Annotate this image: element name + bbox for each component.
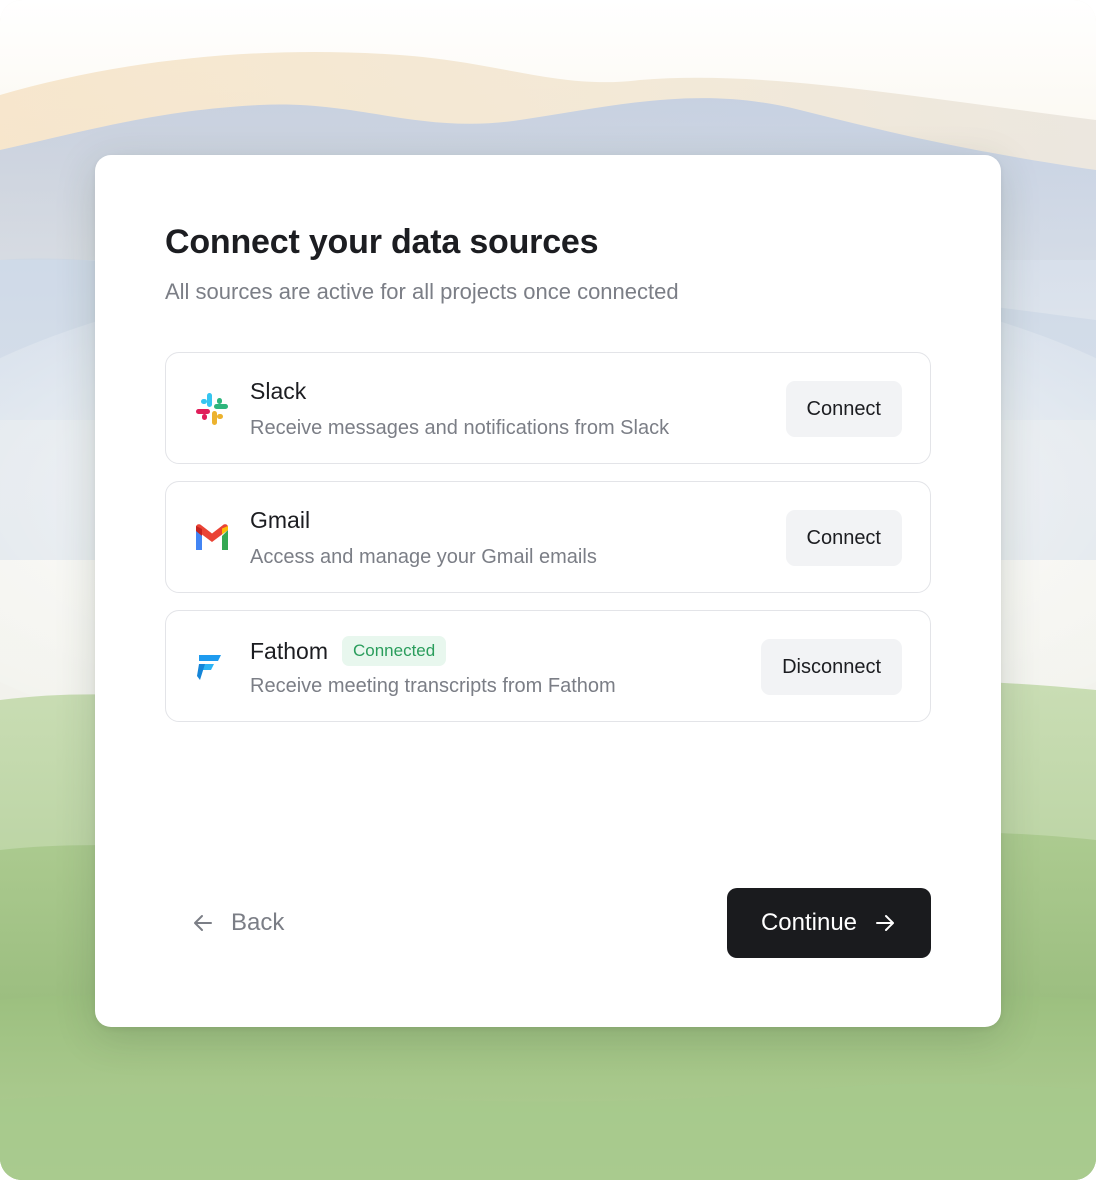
source-card-fathom: Fathom Connected Receive meeting transcr… <box>165 610 931 722</box>
source-description: Receive messages and notifications from … <box>250 417 670 439</box>
app-window: Connect your data sources All sources ar… <box>0 0 1096 1180</box>
source-name: Fathom Connected <box>250 636 447 666</box>
source-name: Gmail <box>250 507 310 534</box>
back-button[interactable]: Back <box>191 903 284 943</box>
fathom-logo-icon <box>197 655 221 680</box>
arrow-right-icon <box>876 915 895 931</box>
connect-sources-dialog: Connect your data sources All sources ar… <box>95 155 1001 1027</box>
source-name-label: Fathom <box>250 637 328 664</box>
connected-status-badge: Connected <box>341 636 447 666</box>
source-name: Slack <box>250 378 306 405</box>
connect-slack-button[interactable]: Connect <box>785 381 902 437</box>
source-description: Access and manage your Gmail emails <box>250 546 597 568</box>
continue-button[interactable]: Continue <box>727 888 931 958</box>
gmail-logo-icon <box>196 524 228 550</box>
back-button-label: Back <box>231 909 285 936</box>
source-description: Receive meeting transcripts from Fathom <box>250 675 616 697</box>
source-name-label: Gmail <box>250 507 311 533</box>
source-card-gmail: Gmail Access and manage your Gmail email… <box>165 481 931 593</box>
disconnect-fathom-button[interactable]: Disconnect <box>761 639 902 695</box>
arrow-left-icon <box>194 915 212 931</box>
dialog-title: Connect your data sources <box>165 223 599 261</box>
source-card-slack: Slack Receive messages and notifications… <box>165 352 931 464</box>
slack-logo-icon <box>196 393 228 425</box>
connect-gmail-button[interactable]: Connect <box>785 510 902 566</box>
dialog-subtitle: All sources are active for all projects … <box>165 279 679 304</box>
continue-button-label: Continue <box>760 909 858 936</box>
source-name-label: Slack <box>250 378 307 404</box>
